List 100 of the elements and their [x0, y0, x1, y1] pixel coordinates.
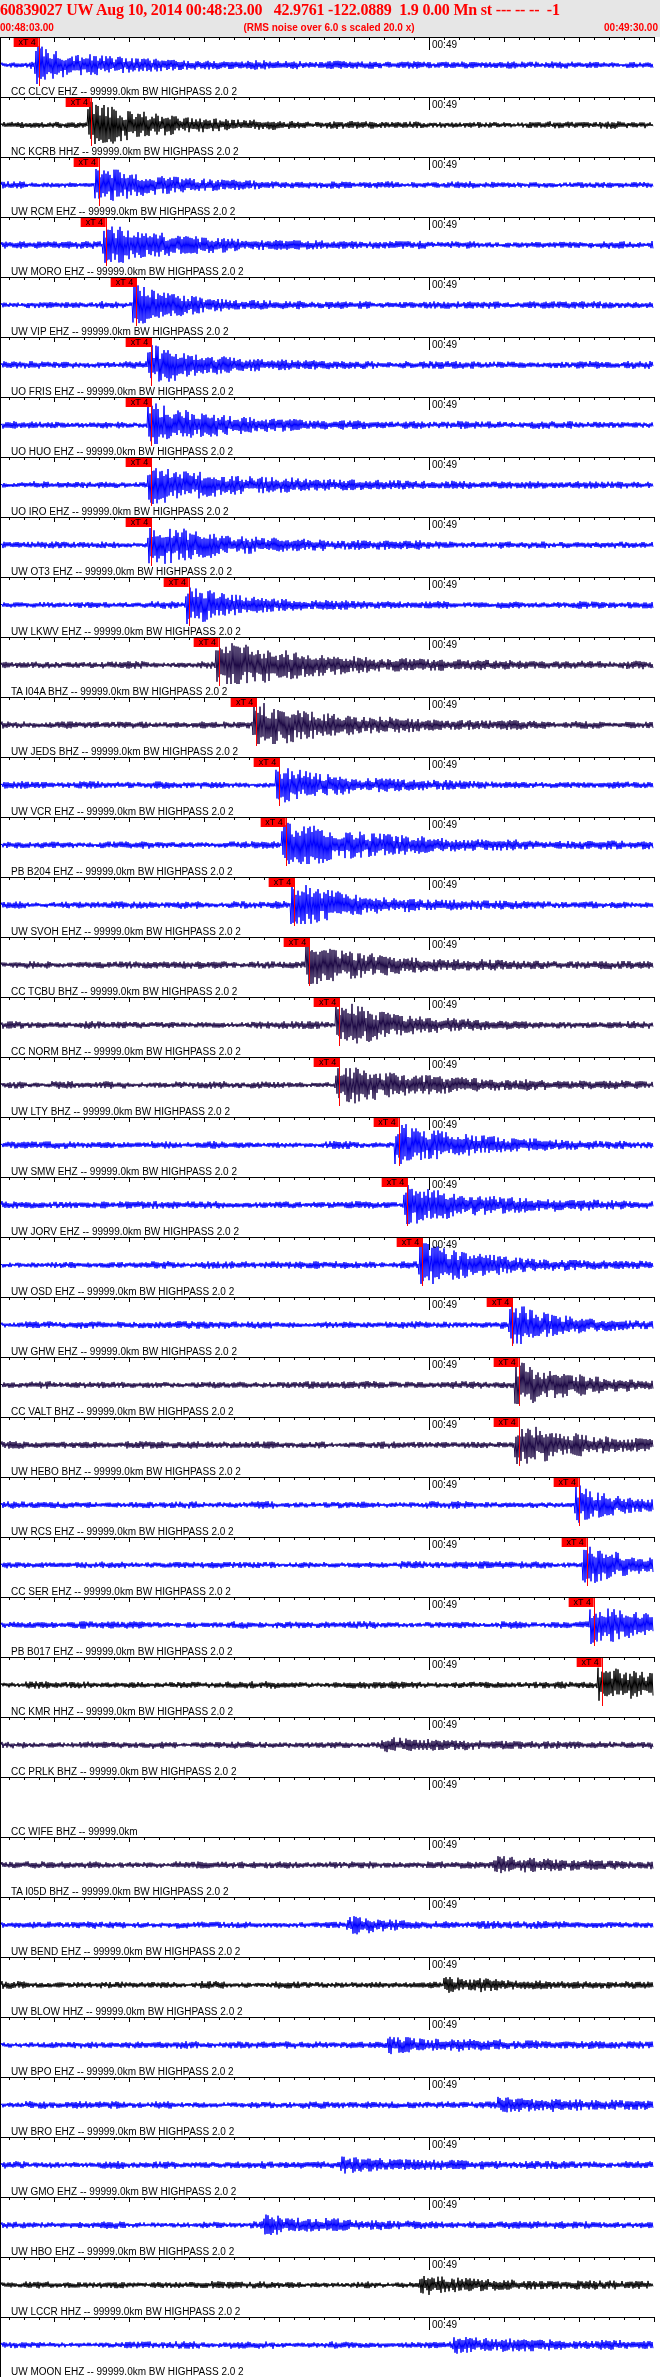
time-label: 00:49	[432, 39, 458, 50]
time-label: 00:49	[432, 2079, 458, 2090]
station-label: UW LCCR HHZ -- 99999.0km BW HIGHPASS 2.0 2	[11, 2306, 241, 2317]
station-label: UO IRO EHZ -- 99999.0km BW HIGHPASS 2.0 2	[11, 506, 229, 517]
station-label: UW BEND EHZ -- 99999.0km BW HIGHPASS 2.0 2	[11, 1946, 241, 1957]
time-label: 00:49	[432, 279, 458, 290]
pick-label: xT 4	[493, 1418, 519, 1427]
station-label: NC KCRB HHZ -- 99999.0km BW HIGHPASS 2.0 2	[11, 146, 239, 157]
pick-label: xT 4	[283, 938, 310, 947]
station-label: UW OT3 EHZ -- 99999.0km BW HIGHPASS 2.0 2	[11, 566, 232, 577]
time-label: 00:49	[432, 879, 458, 890]
station-label: CC PRLK BHZ -- 99999.0km BW HIGHPASS 2.0 2	[11, 1766, 237, 1777]
pick-label: xT 4	[373, 1118, 399, 1127]
time-label: 00:49	[432, 2319, 458, 2330]
pick-label: xT 4	[396, 1238, 423, 1247]
time-label: 00:49	[432, 939, 458, 950]
station-label: CC VALT BHZ -- 99999.0km BW HIGHPASS 2.0 2	[11, 1406, 234, 1417]
time-label: 00:49	[432, 1899, 458, 1910]
station-label: CC SER EHZ -- 99999.0km BW HIGHPASS 2.0 2	[11, 1586, 231, 1597]
time-label: 00:49	[432, 1659, 458, 1670]
event-title: 60839027 UW Aug 10, 2014 00:48:23.00 42.9761 -122.0889 1.9 0.00 Mn st --- -- -- -1	[0, 0, 561, 20]
time-label: 00:49	[432, 1539, 458, 1550]
station-label: UW OSD EHZ -- 99999.0km BW HIGHPASS 2.0 2	[11, 1286, 235, 1297]
time-label: 00:49	[432, 579, 458, 590]
time-label: 00:49	[432, 2139, 458, 2150]
station-label: UW RCS EHZ -- 99999.0km BW HIGHPASS 2.0 2	[11, 1526, 234, 1537]
pick-label: xT 4	[493, 1358, 519, 1367]
noise-note: (RMS noise over 6.0 s scaled 20.0 x)	[243, 21, 415, 35]
pick-label: xT 4	[110, 278, 137, 287]
end-time: 00:49:30.00	[604, 21, 658, 35]
time-label: 00:49	[432, 1419, 458, 1430]
time-label: 00:49	[432, 219, 458, 230]
station-label: TA I04A BHZ -- 99999.0km BW HIGHPASS 2.0 2	[11, 686, 228, 697]
time-label: 00:49	[432, 1839, 458, 1850]
time-label: 00:49	[432, 2199, 458, 2210]
station-label: UW BLOW HHZ -- 99999.0km BW HIGHPASS 2.0 2	[11, 2006, 243, 2017]
station-label: UW LKWV EHZ -- 99999.0km BW HIGHPASS 2.0 2	[11, 626, 241, 637]
pick-label: xT 4	[561, 1538, 587, 1547]
time-label: 00:49	[432, 699, 458, 710]
time-label: 00:49	[432, 99, 458, 110]
time-label: 00:49	[432, 819, 458, 830]
time-label: 00:49	[432, 1299, 458, 1310]
station-label: CC NORM BHZ -- 99999.0km BW HIGHPASS 2.0 2	[11, 1046, 241, 1057]
time-label: 00:49	[432, 2259, 458, 2270]
time-label: 00:49	[432, 1359, 458, 1370]
station-label: UW LTY BHZ -- 99999.0km BW HIGHPASS 2.0 2	[11, 1106, 230, 1117]
station-label: PB B204 EHZ -- 99999.0km BW HIGHPASS 2.0 2	[11, 866, 233, 877]
time-label: 00:49	[432, 1179, 458, 1190]
station-label: CC CLCV EHZ -- 99999.0km BW HIGHPASS 2.0 2	[11, 86, 237, 97]
station-label: UO HUO EHZ -- 99999.0km BW HIGHPASS 2.0 2	[11, 446, 234, 457]
time-label: 00:49	[432, 2019, 458, 2030]
pick-label: xT 4	[268, 878, 295, 887]
pick-label: xT 4	[73, 158, 99, 167]
pick-label: xT 4	[260, 818, 286, 827]
station-label: UW MOON EHZ -- 99999.0km BW HIGHPASS 2.0 2	[11, 2366, 244, 2377]
station-label: UW VCR EHZ -- 99999.0km BW HIGHPASS 2.0 2	[11, 806, 234, 817]
station-label: UO FRIS EHZ -- 99999.0km BW HIGHPASS 2.0 2	[11, 386, 234, 397]
time-label: 00:49	[432, 399, 458, 410]
station-label: UW JEDS BHZ -- 99999.0km BW HIGHPASS 2.0 2	[11, 746, 239, 757]
pick-label: xT 4	[125, 338, 152, 347]
pick-label: xT 4	[13, 38, 39, 47]
time-label: 00:49	[432, 1119, 458, 1130]
pick-label: xT 4	[193, 638, 220, 647]
pick-label: xT 4	[253, 758, 280, 767]
station-label: UW VIP EHZ -- 99999.0km BW HIGHPASS 2.0 2	[11, 326, 229, 337]
time-label: 00:49	[432, 459, 458, 470]
station-label: UW HBO EHZ -- 99999.0km BW HIGHPASS 2.0 2	[11, 2246, 235, 2257]
time-label: 00:49	[432, 999, 458, 1010]
time-label: 00:49	[432, 519, 458, 530]
time-label: 00:49	[432, 1719, 458, 1730]
time-label: 00:49	[432, 1239, 458, 1250]
station-label: UW JORV EHZ -- 99999.0km BW HIGHPASS 2.0 2	[11, 1226, 240, 1237]
station-label: UW BRO EHZ -- 99999.0km BW HIGHPASS 2.0 2	[11, 2126, 235, 2137]
station-label: CC WIFE BHZ -- 99999.0km	[11, 1826, 138, 1837]
station-label: UW GHW EHZ -- 99999.0km BW HIGHPASS 2.0 2	[11, 1346, 237, 1357]
time-label: 00:49	[432, 759, 458, 770]
pick-label: xT 4	[65, 98, 92, 107]
pick-label: xT 4	[125, 458, 152, 467]
pick-label: xT 4	[163, 578, 190, 587]
station-label: UW RCM EHZ -- 99999.0km BW HIGHPASS 2.0 2	[11, 206, 236, 217]
station-label: UW MORO EHZ -- 99999.0km BW HIGHPASS 2.0 2	[11, 266, 244, 277]
station-label: UW BPO EHZ -- 99999.0km BW HIGHPASS 2.0 2	[11, 2066, 234, 2077]
pick-label: xT 4	[125, 518, 152, 527]
station-label: UW SMW EHZ -- 99999.0km BW HIGHPASS 2.0 2	[11, 1166, 237, 1177]
station-label: NC KMR HHZ -- 99999.0km BW HIGHPASS 2.0 2	[11, 1706, 234, 1717]
pick-label: xT 4	[486, 1298, 513, 1307]
pick-label: xT 4	[125, 398, 152, 407]
station-label: UW SVOH EHZ -- 99999.0km BW HIGHPASS 2.0 2	[11, 926, 241, 937]
time-label: 00:49	[432, 1479, 458, 1490]
time-label: 00:49	[432, 639, 458, 650]
station-label: UW GMO EHZ -- 99999.0km BW HIGHPASS 2.0 2	[11, 2186, 237, 2197]
pick-label: xT 4	[313, 1058, 340, 1067]
station-label: CC TCBU BHZ -- 99999.0km BW HIGHPASS 2.0 2	[11, 986, 238, 997]
time-label: 00:49	[432, 339, 458, 350]
station-label: UW HEBO BHZ -- 99999.0km BW HIGHPASS 2.0 2	[11, 1466, 241, 1477]
station-label: PB B017 EHZ -- 99999.0km BW HIGHPASS 2.0 2	[11, 1646, 233, 1657]
time-label: 00:49	[432, 1959, 458, 1970]
pick-label: xT 4	[80, 218, 107, 227]
pick-label: xT 4	[381, 1178, 408, 1187]
time-label: 00:49	[432, 1059, 458, 1070]
